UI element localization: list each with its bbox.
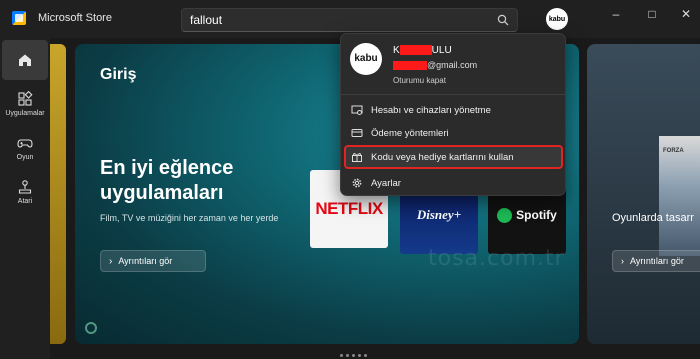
settings-item[interactable]: Ayarlar [345,172,562,194]
spotify-icon [497,207,513,223]
sidebar-item-label: Oyun [16,154,34,161]
hero-headline: En iyi eğlence uygulamaları [100,157,234,204]
home-icon [19,54,31,66]
pager-dot[interactable] [358,354,361,357]
account-name: K ULU [393,45,452,56]
account-avatar-button[interactable]: kabu [546,8,568,30]
sidebar: Uygulamalar Oyun Atari [0,38,50,359]
avatar-text: kabu [354,53,378,64]
joystick-icon [18,180,32,194]
menu-item-label: Ödeme yöntemleri [371,127,449,139]
account-email-domain: @gmail.com [427,60,478,70]
pager-dot[interactable] [340,354,343,357]
menu-item-label: Hesabı ve cihazları yönetme [371,104,491,116]
account-name-suffix: ULU [431,45,452,56]
hero-badge-icon [85,322,97,334]
redaction-mark [399,45,432,56]
previous-card-peek[interactable] [50,44,66,344]
sidebar-item-arcade[interactable]: Atari [2,172,48,212]
hero-details-button[interactable]: › Ayrıntıları gör [100,250,206,272]
sidebar-item-home[interactable] [2,40,48,80]
apps-icon [18,91,33,106]
store-logo-icon [12,11,26,25]
spotify-logo-text: Spotify [516,208,557,222]
gear-icon [351,177,363,189]
account-email: @gmail.com [393,60,478,71]
close-button[interactable]: ✕ [672,4,700,24]
account-flyout: kabu K ULU @gmail.com Oturumu kapat Hesab… [340,33,566,196]
hero-subtitle: Film, TV ve müziğini her zaman ve her ye… [100,213,279,223]
gaming-details-label: Ayrıntıları gör [630,256,684,266]
app-title: Microsoft Store [38,12,112,24]
credit-card-icon [351,127,363,139]
gaming-deals-card[interactable]: Oyunlarda tasarr › Ayrıntıları gör [587,44,700,344]
account-flyout-avatar: kabu [350,43,382,75]
sidebar-item-apps[interactable]: Uygulamalar [2,84,48,124]
disney-plus-logo: Disney+ [416,207,462,222]
search-icon[interactable] [497,14,509,26]
sidebar-item-label: Atari [17,198,33,205]
minimize-button[interactable]: – [602,4,630,24]
chevron-right-icon: › [621,256,624,266]
sidebar-item-gaming[interactable]: Oyun [2,128,48,168]
account-name-initial: K [393,45,400,56]
pager-dot[interactable] [352,354,355,357]
gift-icon [351,151,363,163]
search-input[interactable] [190,12,490,28]
menu-item-label: Kodu veya hediye kartlarını kullan [371,151,514,163]
divider [341,94,565,95]
device-account-icon [351,104,363,116]
pager-dot[interactable] [364,354,367,357]
forza-cover-image [659,136,700,256]
gaming-deals-title: Oyunlarda tasarr [612,212,694,224]
sidebar-item-label: Uygulamalar [5,110,45,117]
netflix-logo: NETFLIX [315,199,383,218]
gamepad-icon [17,139,33,148]
carousel-pager[interactable] [340,354,367,357]
hero-details-label: Ayrıntıları gör [118,256,173,266]
manage-account-devices-item[interactable]: Hesabı ve cihazları yönetme [345,99,562,121]
page-title: Giriş [100,66,137,83]
redeem-code-gift-card-item[interactable]: Kodu veya hediye kartlarını kullan [344,145,563,169]
sign-out-link[interactable]: Oturumu kapat [393,76,446,85]
pager-dot[interactable] [346,354,349,357]
chevron-right-icon: › [109,255,113,267]
payment-methods-item[interactable]: Ödeme yöntemleri [345,122,562,144]
search-box[interactable] [181,8,518,32]
redaction-mark [393,61,427,71]
watermark: tosa.com.tr [428,246,565,271]
maximize-button[interactable]: □ [638,4,666,24]
menu-item-label: Ayarlar [371,177,401,189]
gaming-details-button[interactable]: › Ayrıntıları gör [612,250,700,272]
